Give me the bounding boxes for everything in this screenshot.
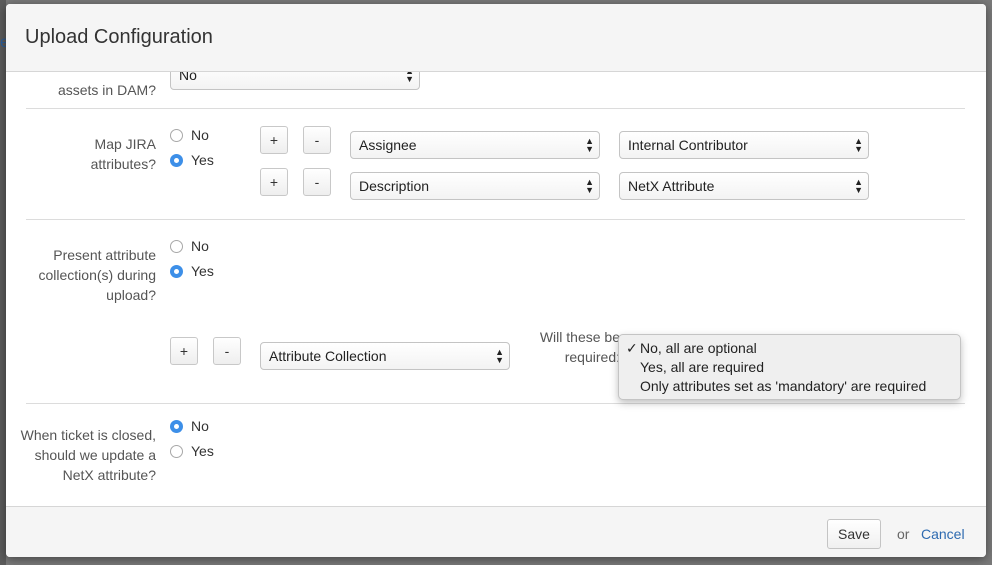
select-arrows-icon: ▲▼ <box>405 72 414 84</box>
radio-unchecked-icon <box>170 239 183 253</box>
dialog-title: Upload Configuration <box>25 26 213 48</box>
netx-attribute-select[interactable]: Internal Contributor ▲ ▼ <box>619 131 869 159</box>
radio-checked-icon <box>170 153 183 167</box>
jira-attribute-value: Description <box>359 178 430 194</box>
checkmark-icon: ✓ <box>626 340 638 356</box>
add-mapping-button[interactable]: + <box>260 126 288 154</box>
required-option-label: No, all are optional <box>640 340 757 356</box>
attribute-collection-value: Attribute Collection <box>269 348 387 364</box>
required-option-label: Only attributes set as 'mandatory' are r… <box>640 378 927 394</box>
radio-checked-icon <box>170 264 183 278</box>
required-option-all-required[interactable]: Yes, all are required <box>619 358 960 377</box>
select-arrows-icon: ▲▼ <box>854 136 863 154</box>
netx-attribute-value: Internal Contributor <box>628 137 748 153</box>
section-divider <box>26 403 965 404</box>
section-divider <box>26 219 965 220</box>
collection-radio-no-label: No <box>191 238 209 254</box>
cancel-link[interactable]: Cancel <box>921 526 965 542</box>
jira-radio-no[interactable]: No <box>170 125 209 145</box>
present-collection-label: Present attribute collection(s) during u… <box>38 247 157 303</box>
required-option-label: Yes, all are required <box>640 359 765 375</box>
jira-attribute-value: Assignee <box>359 137 417 153</box>
ticket-closed-label: When ticket is closed, should we update … <box>20 427 156 483</box>
ticket-radio-yes-label: Yes <box>191 443 214 459</box>
jira-radio-no-label: No <box>191 127 209 143</box>
select-arrows-icon: ▲▼ <box>854 177 863 195</box>
required-label: Will these be required: <box>539 329 620 365</box>
upload-configuration-dialog: Upload Configuration No ▲▼ assets in DAM… <box>6 4 986 557</box>
or-text: or <box>897 526 910 542</box>
assets-in-dam-select[interactable]: No ▲▼ <box>170 72 420 90</box>
radio-checked-icon <box>170 419 183 433</box>
jira-attribute-select[interactable]: Assignee ▲ ▼ <box>350 131 600 159</box>
remove-collection-button[interactable]: - <box>213 337 241 365</box>
ticket-radio-no-label: No <box>191 418 209 434</box>
add-mapping-button[interactable]: + <box>260 168 288 196</box>
add-collection-button[interactable]: + <box>170 337 198 365</box>
required-options-dropdown[interactable]: ✓ No, all are optional Yes, all are requ… <box>618 334 961 400</box>
attribute-collection-select[interactable]: Attribute Collection ▲ ▼ <box>260 342 510 370</box>
jira-attribute-select[interactable]: Description ▲ ▼ <box>350 172 600 200</box>
select-arrows-icon: ▲▼ <box>585 177 594 195</box>
select-arrows-icon: ▲▼ <box>495 347 504 365</box>
select-arrows-icon: ▲▼ <box>585 136 594 154</box>
dialog-body[interactable]: No ▲▼ assets in DAM? Map JIRA attributes… <box>6 72 986 506</box>
collection-radio-yes[interactable]: Yes <box>170 261 214 281</box>
radio-unchecked-icon <box>170 128 183 142</box>
required-option-optional[interactable]: ✓ No, all are optional <box>619 339 960 358</box>
assets-in-dam-label: assets in DAM? <box>57 82 156 98</box>
radio-unchecked-icon <box>170 444 183 458</box>
jira-radio-yes[interactable]: Yes <box>170 150 214 170</box>
dialog-header: Upload Configuration <box>6 4 986 72</box>
jira-radio-yes-label: Yes <box>191 152 214 168</box>
collection-radio-yes-label: Yes <box>191 263 214 279</box>
assets-in-dam-select-value: No <box>179 72 197 83</box>
map-jira-label: Map JIRA attributes? <box>90 136 156 172</box>
netx-attribute-value: NetX Attribute <box>628 178 715 194</box>
remove-mapping-button[interactable]: - <box>303 126 331 154</box>
remove-mapping-button[interactable]: - <box>303 168 331 196</box>
section-divider <box>26 108 965 109</box>
ticket-radio-yes[interactable]: Yes <box>170 441 214 461</box>
collection-radio-no[interactable]: No <box>170 236 209 256</box>
ticket-radio-no[interactable]: No <box>170 416 209 436</box>
save-button[interactable]: Save <box>827 519 881 549</box>
required-option-mandatory[interactable]: Only attributes set as 'mandatory' are r… <box>619 377 960 396</box>
netx-attribute-select[interactable]: NetX Attribute ▲ ▼ <box>619 172 869 200</box>
dialog-footer: Save or Cancel <box>6 506 986 557</box>
